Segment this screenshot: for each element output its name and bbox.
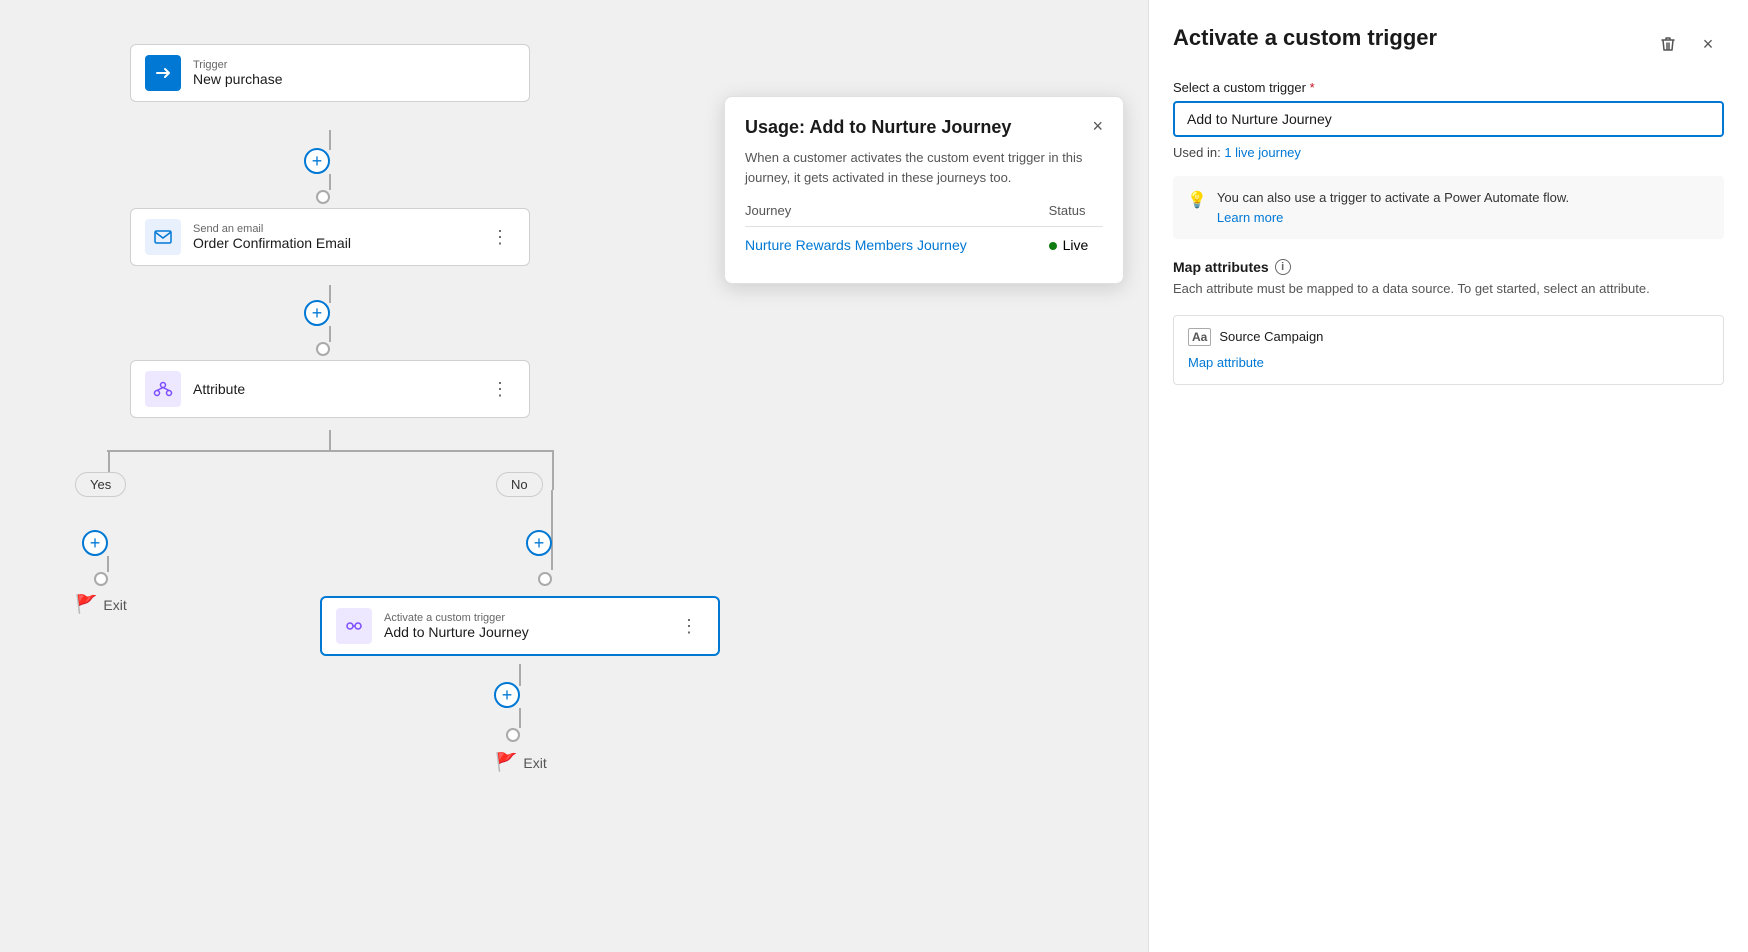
map-desc: Each attribute must be mapped to a data …	[1173, 279, 1724, 299]
col-status-header: Status	[1049, 203, 1103, 227]
branch-v-center	[329, 430, 331, 450]
trigger-label-small: Trigger	[193, 59, 283, 71]
attribute-node-text: Attribute	[193, 381, 245, 397]
connector-4	[329, 326, 331, 342]
usage-table-body: Nurture Rewards Members JourneyLive	[745, 227, 1103, 264]
right-panel: Activate a custom trigger × Select a cus…	[1148, 0, 1748, 952]
connector-3	[329, 285, 331, 303]
yes-exit-flag: 🚩	[75, 594, 97, 615]
attribute-card: Aa Source Campaign Map attribute	[1173, 315, 1724, 385]
journey-link[interactable]: Nurture Rewards Members Journey	[745, 237, 967, 253]
required-star: *	[1310, 80, 1315, 95]
branch-yes-v2	[107, 556, 109, 572]
email-node[interactable]: Send an email Order Confirmation Email ⋮	[130, 208, 530, 266]
trigger-icon	[145, 55, 181, 91]
status-dot	[1049, 242, 1057, 250]
yes-label: Yes	[75, 472, 126, 497]
bottom-exit-node: 🚩 Exit	[495, 752, 547, 773]
bottom-exit-label: Exit	[523, 755, 546, 771]
right-panel-actions: ×	[1652, 28, 1724, 60]
email-label-main: Order Confirmation Email	[193, 235, 351, 251]
close-icon: ×	[1703, 34, 1714, 55]
attribute-icon	[145, 371, 181, 407]
email-label-small: Send an email	[193, 223, 351, 235]
usage-table: Journey Status Nurture Rewards Members J…	[745, 203, 1103, 263]
attribute-node-menu[interactable]: ⋮	[485, 377, 515, 402]
yes-circle	[94, 572, 108, 586]
custom-trigger-label-small: Activate a custom trigger	[384, 612, 529, 624]
used-in-text: Used in: 1 live journey	[1173, 145, 1724, 160]
trigger-field-label: Select a custom trigger *	[1173, 80, 1724, 95]
add-btn-below-trigger[interactable]: +	[494, 682, 520, 708]
email-node-text: Send an email Order Confirmation Email	[193, 223, 351, 251]
learn-more-link[interactable]: Learn more	[1217, 210, 1283, 225]
email-node-menu[interactable]: ⋮	[485, 225, 515, 250]
live-journey-link[interactable]: 1 live journey	[1224, 145, 1301, 160]
attribute-node[interactable]: Attribute ⋮	[130, 360, 530, 418]
right-panel-title: Activate a custom trigger	[1173, 24, 1437, 53]
close-panel-button[interactable]: ×	[1692, 28, 1724, 60]
map-attribute-link[interactable]: Map attribute	[1188, 355, 1264, 370]
connector-1	[329, 130, 331, 150]
col-journey-header: Journey	[745, 203, 1049, 227]
add-btn-yes[interactable]: +	[82, 530, 108, 556]
connector-final	[519, 708, 521, 728]
custom-trigger-node-menu[interactable]: ⋮	[674, 614, 704, 639]
attribute-card-title: Aa Source Campaign	[1188, 328, 1709, 346]
email-icon	[145, 219, 181, 255]
trigger-input[interactable]	[1173, 101, 1724, 137]
usage-popup-title: Usage: Add to Nurture Journey	[745, 117, 1011, 138]
no-label: No	[496, 472, 543, 497]
info-box: 💡 You can also use a trigger to activate…	[1173, 176, 1724, 239]
info-box-text: You can also use a trigger to activate a…	[1217, 188, 1569, 227]
attribute-label-main: Attribute	[193, 381, 245, 397]
custom-trigger-label-main: Add to Nurture Journey	[384, 624, 529, 640]
delete-button[interactable]	[1652, 28, 1684, 60]
small-circle-2	[316, 342, 330, 356]
source-campaign-icon: Aa	[1188, 328, 1211, 346]
map-attributes-label: Map attributes i	[1173, 259, 1724, 275]
branch-v-right	[552, 450, 554, 490]
right-panel-header: Activate a custom trigger ×	[1173, 24, 1724, 60]
trigger-label-main: New purchase	[193, 71, 283, 87]
connector-2	[329, 174, 331, 190]
custom-trigger-node[interactable]: Activate a custom trigger Add to Nurture…	[320, 596, 720, 656]
info-bulb-icon: 💡	[1187, 189, 1207, 213]
below-custom-trigger	[519, 664, 521, 686]
source-campaign-title: Source Campaign	[1219, 329, 1323, 344]
small-circle-1	[316, 190, 330, 204]
trigger-node[interactable]: Trigger New purchase	[130, 44, 530, 102]
usage-popup-header: Usage: Add to Nurture Journey ×	[745, 117, 1103, 138]
map-attributes-info-icon[interactable]: i	[1275, 259, 1291, 275]
trigger-node-text: Trigger New purchase	[193, 59, 283, 87]
yes-exit-node: 🚩 Exit	[75, 594, 127, 615]
custom-trigger-icon	[336, 608, 372, 644]
add-btn-1[interactable]: +	[304, 148, 330, 174]
branch-h-line	[107, 450, 553, 452]
add-btn-no[interactable]: +	[526, 530, 552, 556]
yes-exit-label: Exit	[103, 597, 126, 613]
bottom-exit-flag: 🚩	[495, 752, 517, 773]
no-circle	[538, 572, 552, 586]
custom-trigger-node-text: Activate a custom trigger Add to Nurture…	[384, 612, 529, 640]
usage-popup-desc: When a customer activates the custom eve…	[745, 148, 1103, 187]
final-circle	[506, 728, 520, 742]
usage-popup-close[interactable]: ×	[1092, 117, 1103, 135]
branch-no-v1	[551, 490, 553, 570]
add-btn-2[interactable]: +	[304, 300, 330, 326]
usage-popup: Usage: Add to Nurture Journey × When a c…	[724, 96, 1124, 284]
